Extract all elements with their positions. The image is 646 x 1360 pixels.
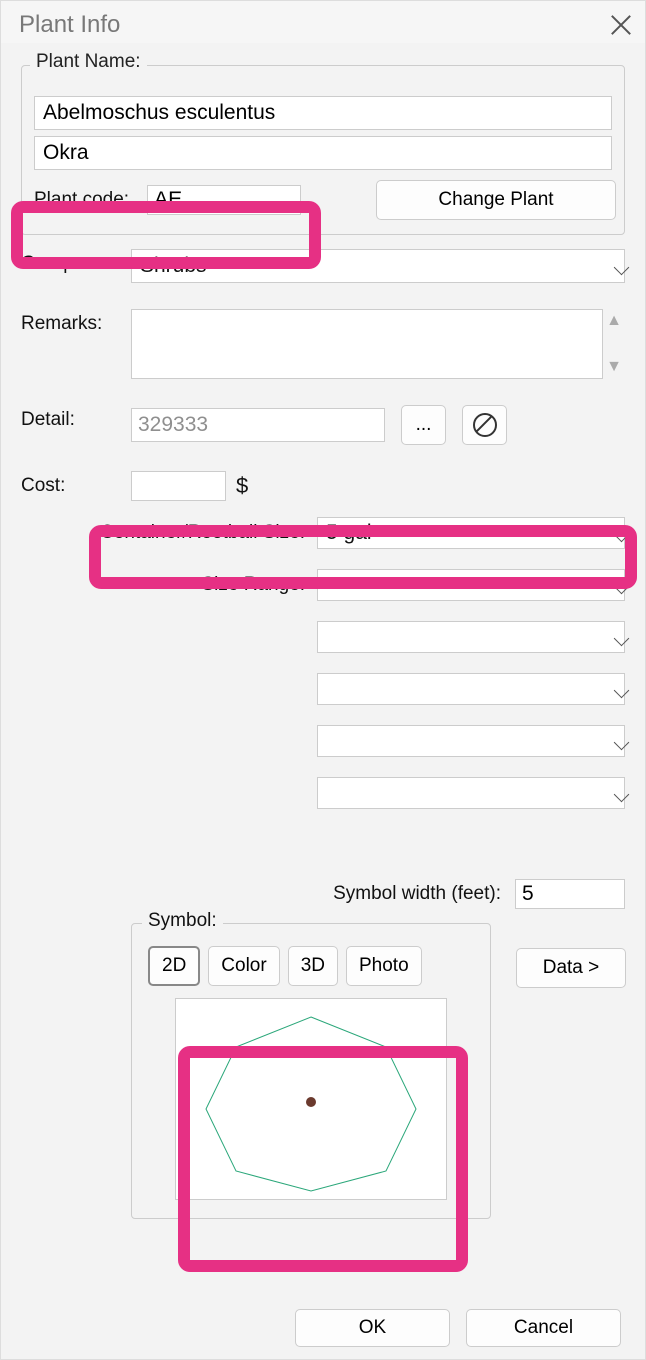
tab-photo[interactable]: Photo xyxy=(346,946,422,986)
group-select-value: Shrubs xyxy=(140,254,207,278)
extra-select-1[interactable] xyxy=(317,621,625,653)
remarks-textarea[interactable] xyxy=(131,309,603,379)
cost-input[interactable] xyxy=(131,471,226,501)
prohibit-icon xyxy=(473,413,497,437)
container-size-select[interactable]: 5 gal xyxy=(317,517,625,549)
detail-input[interactable] xyxy=(131,408,385,442)
cost-label: Cost: xyxy=(21,471,131,497)
container-size-value: 5 gal xyxy=(326,521,372,545)
tab-2d[interactable]: 2D xyxy=(148,946,200,986)
data-button[interactable]: Data > xyxy=(516,948,626,988)
detail-clear-button[interactable] xyxy=(462,405,507,445)
plant-scientific-name-input[interactable] xyxy=(34,96,612,130)
plant-name-group: Plant Name: Plant code: Change Plant xyxy=(21,65,625,235)
detail-label: Detail: xyxy=(21,405,131,431)
window-title: Plant Info xyxy=(19,11,120,39)
plant-info-window: Plant Info Plant Name: Plant code: Chang… xyxy=(0,0,646,1360)
extra-select-2[interactable] xyxy=(317,673,625,705)
ok-button[interactable]: OK xyxy=(295,1309,450,1347)
symbol-legend: Symbol: xyxy=(142,910,223,932)
scroll-up-icon[interactable]: ▲ xyxy=(606,309,622,333)
remarks-scrollbar[interactable]: ▲ ▼ xyxy=(603,309,625,379)
symbol-preview[interactable] xyxy=(175,998,447,1200)
tab-3d[interactable]: 3D xyxy=(288,946,338,986)
size-range-label: Size Range: xyxy=(21,574,317,596)
close-icon[interactable] xyxy=(607,11,635,39)
symbol-width-label: Symbol width (feet): xyxy=(333,883,501,905)
detail-browse-button[interactable]: ... xyxy=(401,405,446,445)
plant-code-label: Plant code: xyxy=(34,189,129,211)
group-select[interactable]: Shrubs xyxy=(131,249,625,283)
plant-common-name-input[interactable] xyxy=(34,136,612,170)
extra-select-4[interactable] xyxy=(317,777,625,809)
symbol-width-input[interactable] xyxy=(515,879,625,909)
symbol-2d-drawing xyxy=(176,999,446,1199)
extra-select-3[interactable] xyxy=(317,725,625,757)
currency-symbol: $ xyxy=(236,473,248,499)
tab-color[interactable]: Color xyxy=(208,946,279,986)
plant-name-legend: Plant Name: xyxy=(30,51,147,73)
change-plant-button[interactable]: Change Plant xyxy=(376,180,616,220)
title-bar: Plant Info xyxy=(1,1,645,43)
container-size-label: Container/Rootball Size: xyxy=(21,522,317,544)
scroll-down-icon[interactable]: ▼ xyxy=(606,355,622,379)
group-label: Group: xyxy=(21,249,131,275)
remarks-label: Remarks: xyxy=(21,309,131,335)
plant-code-input[interactable] xyxy=(147,185,301,215)
cancel-button[interactable]: Cancel xyxy=(466,1309,621,1347)
symbol-group: Symbol: 2D Color 3D Photo Data > xyxy=(131,923,491,1219)
size-range-select[interactable] xyxy=(317,569,625,601)
